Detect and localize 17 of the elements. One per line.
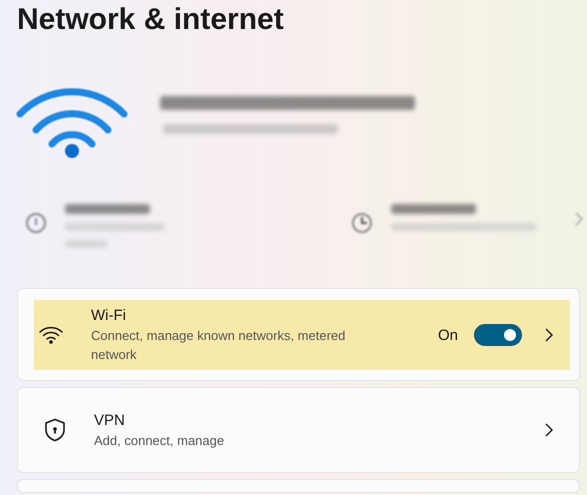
blurred-text [65, 240, 107, 248]
toggle-label: On [438, 326, 458, 344]
shield-icon [44, 418, 66, 442]
wifi-icon [39, 325, 63, 345]
settings-row[interactable]: Wi-Fi Connect, manage known networks, metered network On [34, 300, 570, 370]
chevron-icon [574, 212, 584, 226]
clock-icon [351, 212, 373, 234]
settings-row[interactable]: VPN Add, connect, manage [34, 388, 570, 472]
toggle-switch[interactable] [474, 324, 522, 346]
chevron-icon [544, 422, 554, 438]
page-title: Network & internet [17, 2, 285, 38]
chevron-icon [544, 327, 554, 343]
row-title: VPN [94, 410, 126, 430]
row-description: Connect, manage known networks, metered network [91, 327, 346, 364]
row-title: Wi-Fi [91, 306, 127, 326]
info-icon [25, 212, 47, 234]
row-description: Add, connect, manage [94, 432, 226, 450]
